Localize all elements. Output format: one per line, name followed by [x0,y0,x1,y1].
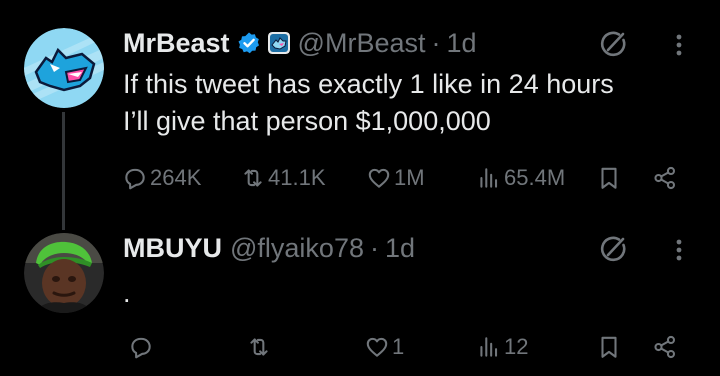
timestamp[interactable]: 1d [446,28,476,59]
views-icon [480,337,498,357]
views-icon [480,168,498,188]
like-count: 1M [394,165,425,190]
like-icon [366,337,388,357]
affiliate-badge-icon[interactable] [267,32,290,54]
username[interactable]: @MrBeast [298,28,426,59]
tweet[interactable]: MrBeast @MrBeast · 1d If this tweet has … [0,0,720,230]
timestamp[interactable]: 1d [385,233,415,264]
reply-count: 264K [150,165,202,190]
reply-icon [125,168,145,190]
tweet-header: MrBeast @MrBeast · 1d [123,26,477,60]
tweet-text: . [123,275,131,312]
view-count: 12 [504,334,529,359]
reply-button[interactable]: 264K [122,158,201,198]
like-button[interactable]: 1M [366,158,425,198]
more-icon[interactable] [664,30,694,60]
bookmark-icon [601,336,617,358]
repost-icon [250,338,268,356]
action-bar: 264K 41.1K 1M 65.4M [118,158,688,198]
bookmark-icon [601,167,617,189]
tweet-text: If this tweet has exactly 1 like in 24 h… [123,66,614,140]
like-button[interactable]: 1 [364,327,404,367]
share-button[interactable] [652,327,678,367]
tweet-text-line: If this tweet has exactly 1 like in 24 h… [123,69,614,99]
share-button[interactable] [652,158,678,198]
reply-button[interactable] [128,327,156,367]
like-icon [368,168,390,188]
share-icon [654,335,676,359]
mrbeast-logo-icon [24,28,104,108]
username[interactable]: @flyaiko78 [230,233,364,264]
display-name[interactable]: MBUYU [123,233,222,264]
share-icon [654,166,676,190]
separator: · [369,232,379,263]
repost-count: 41.1K [268,165,326,190]
avatar[interactable] [24,233,104,313]
tweet-header: MBUYU @flyaiko78 · 1d [123,231,415,265]
bookmark-button[interactable] [596,327,622,367]
reply-icon [131,337,151,359]
views-button[interactable]: 12 [476,327,528,367]
grok-icon[interactable] [597,28,629,60]
like-count: 1 [392,334,405,359]
display-name[interactable]: MrBeast [123,28,230,59]
grok-icon[interactable] [597,233,629,265]
repost-button[interactable] [246,327,274,367]
tweet-text-line: I’ll give that person $1,000,000 [123,106,491,136]
action-bar: 1 12 [118,327,688,367]
bookmark-button[interactable] [596,158,622,198]
tweet-text-line: . [123,278,131,308]
verified-badge-icon[interactable] [237,31,261,55]
view-count: 65.4M [504,165,566,190]
avatar[interactable] [24,28,104,108]
tweet[interactable]: MBUYU @flyaiko78 · 1d . 1 12 [0,205,720,376]
views-button[interactable]: 65.4M [476,158,565,198]
separator: · [431,27,441,58]
repost-button[interactable]: 41.1K [240,158,326,198]
repost-icon [244,169,262,187]
user-photo-avatar-icon [24,233,104,313]
more-icon[interactable] [664,235,694,265]
